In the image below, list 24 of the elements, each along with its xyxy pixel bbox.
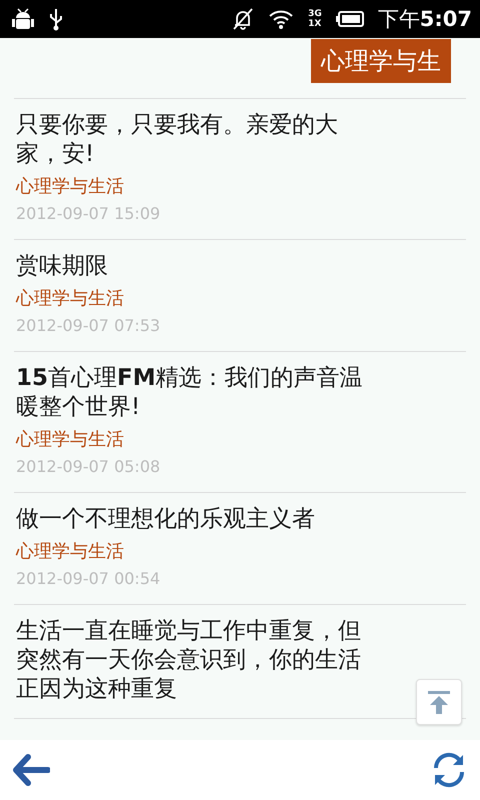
- article-source: 心理学与生活: [16, 428, 125, 452]
- arrow-left-icon: [12, 754, 50, 786]
- wifi-icon: [268, 8, 294, 30]
- battery-icon: [336, 11, 364, 27]
- article-title[interactable]: 赏味期限: [16, 252, 376, 281]
- android-icon: [12, 7, 34, 31]
- article-date: 2012-09-07 05:08: [16, 456, 162, 478]
- article-title[interactable]: 只要你要，只要我有。亲爱的大家，安!: [16, 111, 376, 169]
- network-indicator: 3G 1X: [308, 9, 322, 29]
- article-date: 2012-09-07 07:53: [16, 315, 162, 337]
- channel-tab[interactable]: 心理学与生: [311, 39, 451, 83]
- article-date: 2012-09-07 15:09: [16, 203, 162, 225]
- clock: 下午5:07: [378, 6, 472, 33]
- article-source: 心理学与生活: [16, 287, 125, 311]
- usb-icon: [48, 7, 64, 31]
- article-source: 心理学与生活: [16, 175, 125, 199]
- article-title[interactable]: 做一个不理想化的乐观主义者: [16, 505, 376, 534]
- article-title[interactable]: 生活一直在睡觉与工作中重复，但突然有一天你会意识到，你的生活正因为这种重复: [16, 617, 376, 704]
- article-source: 心理学与生活: [16, 540, 125, 564]
- arrow-up-icon: [426, 689, 452, 715]
- muted-bell-icon: [232, 7, 254, 31]
- article-title[interactable]: 15首心理FM精选：我们的声音温暖整个世界!: [16, 364, 376, 422]
- article-date: 2012-09-07 00:54: [16, 568, 162, 590]
- scroll-top-button[interactable]: [416, 679, 462, 725]
